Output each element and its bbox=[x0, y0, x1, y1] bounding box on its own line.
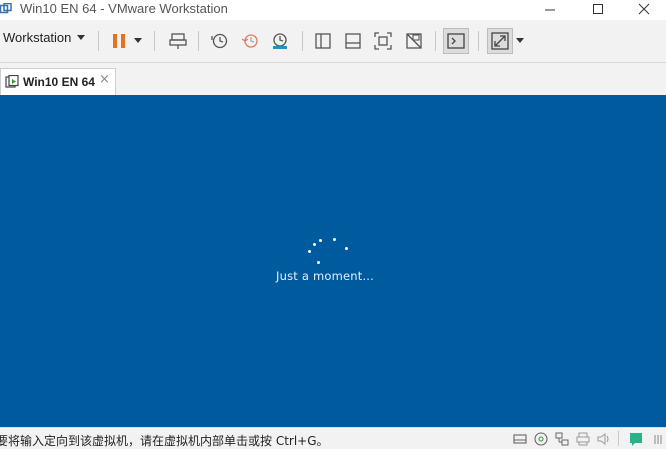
vm-running-icon bbox=[5, 75, 19, 88]
window-title: Win10 EN 64 - VMware Workstation bbox=[20, 1, 228, 16]
toolbar-separator bbox=[154, 31, 155, 51]
toolbar-separator bbox=[98, 31, 99, 51]
maximize-button[interactable] bbox=[578, 0, 618, 18]
tab-close-icon[interactable]: × bbox=[99, 72, 110, 87]
vm-tab-strip: Win10 EN 64 × bbox=[0, 63, 666, 95]
revert-snapshot-button[interactable] bbox=[237, 28, 263, 54]
cd-dvd-icon[interactable] bbox=[533, 431, 549, 446]
send-keys-icon bbox=[169, 33, 187, 49]
unity-button[interactable] bbox=[401, 28, 427, 54]
hard-disk-icon[interactable] bbox=[512, 431, 528, 446]
console-icon bbox=[447, 33, 465, 49]
status-bar: 要将输入定向到该虚拟机，请在虚拟机内部单击或按 Ctrl+G。 bbox=[0, 427, 666, 448]
take-snapshot-button[interactable] bbox=[207, 28, 233, 54]
chevron-down-icon bbox=[134, 38, 142, 43]
loading-spinner-icon bbox=[305, 235, 355, 267]
close-button[interactable] bbox=[624, 0, 664, 18]
status-more-icon[interactable] bbox=[650, 431, 666, 446]
unity-disabled-icon bbox=[406, 33, 422, 49]
thumbnail-view-icon bbox=[345, 33, 361, 49]
power-dropdown[interactable] bbox=[130, 28, 146, 54]
pause-icon bbox=[113, 34, 125, 48]
workstation-menu-label: Workstation bbox=[3, 30, 72, 45]
fullscreen-fit-icon bbox=[374, 32, 392, 50]
network-icon[interactable] bbox=[554, 431, 570, 446]
snapshot-manager-button[interactable] bbox=[267, 28, 293, 54]
loading-message: Just a moment... bbox=[276, 269, 375, 283]
show-library-button[interactable] bbox=[310, 28, 336, 54]
toolbar: Workstation bbox=[0, 20, 666, 63]
snapshot-take-icon bbox=[211, 33, 228, 49]
status-separator bbox=[618, 431, 619, 446]
full-screen-button[interactable] bbox=[487, 28, 513, 54]
tab-win10-en-64[interactable]: Win10 EN 64 × bbox=[0, 68, 116, 95]
status-hint: 要将输入定向到该虚拟机，请在虚拟机内部单击或按 Ctrl+G。 bbox=[0, 434, 329, 448]
snapshot-manager-icon bbox=[273, 33, 287, 49]
tab-label: Win10 EN 64 bbox=[23, 75, 95, 89]
show-thumbnail-bar-button[interactable] bbox=[340, 28, 366, 54]
maximize-icon bbox=[593, 4, 603, 14]
printer-icon[interactable] bbox=[575, 431, 591, 446]
chevron-down-icon bbox=[77, 34, 86, 40]
toolbar-separator bbox=[435, 31, 436, 51]
stretch-fullscreen-icon bbox=[491, 32, 509, 50]
workstation-menu[interactable]: Workstation bbox=[3, 30, 86, 45]
vmware-logo-icon bbox=[0, 3, 12, 14]
library-view-icon bbox=[315, 33, 331, 49]
chevron-down-icon bbox=[516, 38, 524, 43]
minimize-button[interactable] bbox=[530, 0, 570, 18]
minimize-icon bbox=[545, 9, 555, 11]
sound-icon[interactable] bbox=[596, 431, 612, 446]
console-view-button[interactable] bbox=[443, 28, 469, 54]
full-screen-dropdown[interactable] bbox=[513, 28, 527, 54]
toolbar-separator bbox=[198, 31, 199, 51]
toolbar-separator bbox=[302, 31, 303, 51]
toolbar-separator bbox=[478, 31, 479, 51]
fit-guest-button[interactable] bbox=[370, 28, 396, 54]
message-icon[interactable] bbox=[628, 431, 644, 446]
pause-button[interactable] bbox=[106, 28, 132, 54]
title-bar: Win10 EN 64 - VMware Workstation bbox=[0, 0, 666, 20]
send-ctrl-alt-del-button[interactable] bbox=[165, 28, 191, 54]
close-icon bbox=[638, 3, 650, 15]
vm-display[interactable]: Just a moment... bbox=[0, 95, 666, 427]
snapshot-revert-icon bbox=[241, 34, 258, 48]
